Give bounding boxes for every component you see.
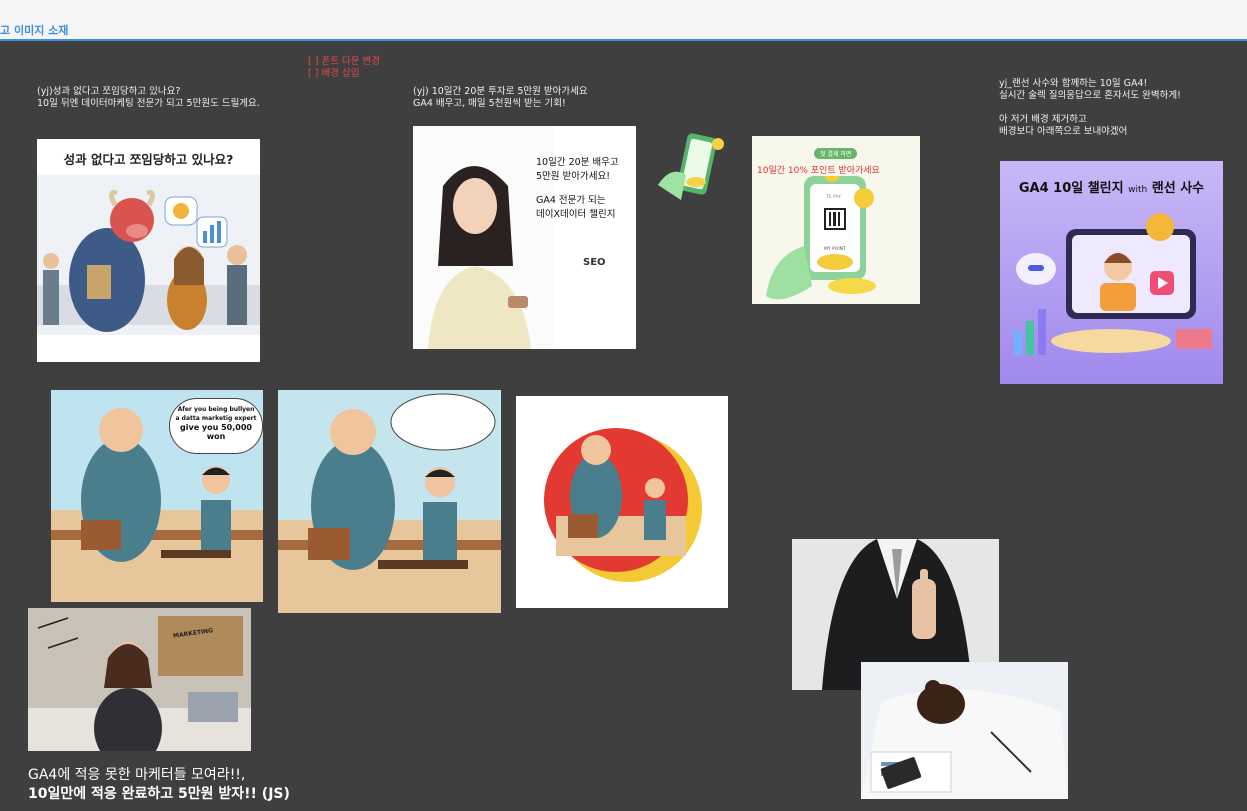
ga4-illustration <box>1014 213 1212 355</box>
tired-worker-photo[interactable] <box>861 662 1068 799</box>
card3-point-label: MY POINT <box>824 247 846 252</box>
card3-badge: 첫 결제 하면 <box>814 148 858 159</box>
stressed-marketer-image[interactable]: MARKETING <box>28 608 251 751</box>
caption-line2[interactable]: 10일만에 적응 완료하고 5만원 받자!! (JS) <box>28 785 290 804</box>
ad-card-woman-phone[interactable]: 10일간 20분 배우고 5만원 받아가세요! GA4 전문가 되는 데이X데이… <box>413 126 636 349</box>
comic-speech-bubble: Afer you being bullyen a datta marketig … <box>169 398 263 454</box>
todo-checklist[interactable]: [ ] 폰트 다운 변경 [ ] 배경 삽입 <box>308 56 380 80</box>
comic-circle-crop[interactable] <box>516 396 728 608</box>
caption-line1[interactable]: GA4에 적응 못한 마케터들 모여라!!, <box>28 766 290 785</box>
card3-overlay: 10일간 10% 포인트 받아가세요 <box>757 166 880 176</box>
note-card1-copy[interactable]: (yj)성과 없다고 쪼임당하고 있나요? 10일 뒤엔 데이터마케팅 전문가 … <box>37 86 260 110</box>
card4-title: GA4 10일 챌린지 with 랜선 사수 <box>1000 177 1223 196</box>
card2-line1: 10일간 20분 배우고 <box>536 157 619 168</box>
comic-with-bubble[interactable]: Afer you being bullyen a datta marketig … <box>51 390 263 602</box>
comic-scene-2 <box>278 393 501 613</box>
card4-title-main: GA4 10일 챌린지 <box>1018 181 1124 196</box>
bubble-line3: give you 50,000 won <box>180 423 252 441</box>
note-card4-copy[interactable]: yj_랜선 사수와 함께하는 10일 GA4! 실시간 술렉 질의응답으로 혼자… <box>999 78 1181 138</box>
card2-logo: SEO <box>583 257 606 268</box>
bubble-line2: a datta marketig expert <box>175 415 257 422</box>
board-caption: GA4에 적응 못한 마케터들 모여라!!, 10일만에 적응 완료하고 5만원… <box>28 766 290 804</box>
card4-with: with <box>1128 185 1148 195</box>
ad-card-bull-boss[interactable]: 성과 없다고 쪼임당하고 있나요? <box>37 139 260 362</box>
card4-title-sub: 랜선 사수 <box>1151 181 1205 196</box>
board-header: 고 이미지 소재 <box>0 0 1247 41</box>
board-title[interactable]: 고 이미지 소재 <box>0 22 68 38</box>
ad-card-ga4-challenge[interactable]: GA4 10일 챌린지 with 랜선 사수 <box>1000 161 1223 384</box>
comic-scene-3 <box>544 428 702 582</box>
bull-boss-illustration <box>37 175 260 335</box>
card2-line4: 데이X데이터 챌린지 <box>536 209 616 220</box>
comic-empty-bubble[interactable] <box>278 390 501 613</box>
card2-line3: GA4 전문가 되는 <box>536 195 606 206</box>
tired-worker-figure <box>861 662 1068 799</box>
hand-phone-sticker[interactable] <box>656 130 728 208</box>
card1-headline: 성과 없다고 쪼임당하고 있나요? <box>63 152 234 167</box>
card2-line2: 5만원 받아가세요! <box>536 171 611 182</box>
woman-photo <box>413 126 553 349</box>
ad-card-points[interactable]: 첫 결제 하면 10일간 10% 포인트 받아가세요 TE PAY MY POI… <box>752 136 920 304</box>
stressed-marketer-scene <box>28 608 251 751</box>
card3-pay-label: TE PAY <box>826 195 841 200</box>
bubble-line1: Afer you being bullyen <box>177 406 255 413</box>
note-card2-copy[interactable]: (yj) 10일간 20분 투자로 5만원 받아가세요 GA4 배우고, 매일 … <box>413 86 588 110</box>
